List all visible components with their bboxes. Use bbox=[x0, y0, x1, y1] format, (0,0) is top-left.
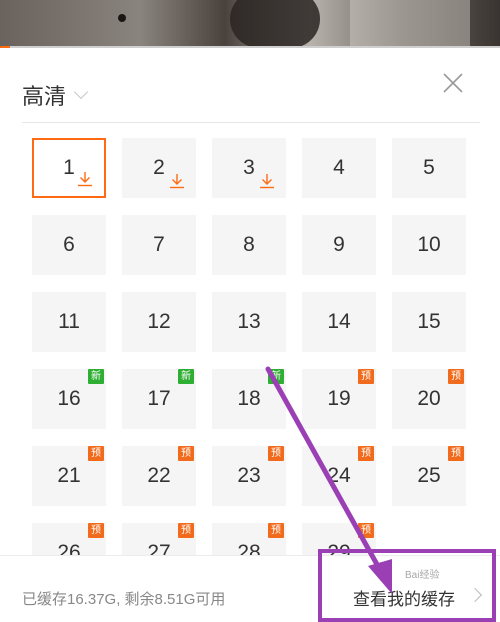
preview-badge: 预 bbox=[268, 523, 284, 538]
preview-badge: 预 bbox=[268, 446, 284, 461]
episode-cell[interactable]: 14 bbox=[302, 292, 376, 352]
downloaded-icon bbox=[260, 174, 274, 189]
episode-cell[interactable]: 13 bbox=[212, 292, 286, 352]
episode-cell[interactable]: 18 新 bbox=[212, 369, 286, 429]
episode-cell[interactable]: 1 bbox=[32, 138, 106, 198]
downloaded-icon bbox=[170, 174, 184, 189]
episode-cell[interactable]: 21 预 bbox=[32, 446, 106, 506]
episode-number: 12 bbox=[147, 310, 171, 333]
episode-cell[interactable]: 25 预 bbox=[392, 446, 466, 506]
episode-number: 29 bbox=[327, 541, 351, 555]
video-frame-shape bbox=[230, 0, 320, 48]
episode-cell[interactable]: 23 预 bbox=[212, 446, 286, 506]
downloaded-icon bbox=[78, 172, 92, 187]
episode-number: 4 bbox=[333, 156, 345, 179]
episode-cell[interactable]: 15 bbox=[392, 292, 466, 352]
preview-badge: 预 bbox=[448, 369, 464, 384]
episode-cell[interactable]: 3 bbox=[212, 138, 286, 198]
preview-badge: 预 bbox=[358, 523, 374, 538]
episode-number: 23 bbox=[237, 464, 261, 487]
video-progress-bar[interactable] bbox=[0, 46, 500, 48]
episode-number: 17 bbox=[147, 387, 171, 410]
episode-cell[interactable]: 17 新 bbox=[122, 369, 196, 429]
episode-number: 22 bbox=[147, 464, 171, 487]
quality-selector[interactable]: 高清 bbox=[22, 80, 89, 110]
episode-cell[interactable]: 28 预 bbox=[212, 523, 286, 555]
episode-number: 10 bbox=[417, 233, 441, 256]
episode-number: 13 bbox=[237, 310, 261, 333]
episode-cell[interactable]: 29 预 bbox=[302, 523, 376, 555]
episode-number: 20 bbox=[417, 387, 441, 410]
new-badge: 新 bbox=[88, 369, 104, 384]
episode-cell[interactable]: 20 预 bbox=[392, 369, 466, 429]
new-badge: 新 bbox=[178, 369, 194, 384]
footer-divider bbox=[0, 555, 500, 556]
preview-badge: 预 bbox=[178, 446, 194, 461]
episode-number: 21 bbox=[57, 464, 81, 487]
episode-cell[interactable]: 24 预 bbox=[302, 446, 376, 506]
episode-number: 25 bbox=[417, 464, 441, 487]
episode-number: 16 bbox=[57, 387, 81, 410]
episode-number: 14 bbox=[327, 310, 351, 333]
episode-number: 2 bbox=[153, 156, 165, 179]
episode-cell[interactable]: 4 bbox=[302, 138, 376, 198]
preview-badge: 预 bbox=[358, 369, 374, 384]
episode-cell[interactable]: 12 bbox=[122, 292, 196, 352]
episode-cell[interactable]: 22 预 bbox=[122, 446, 196, 506]
close-icon[interactable] bbox=[440, 70, 466, 96]
episode-number: 15 bbox=[417, 310, 441, 333]
chevron-right-icon[interactable] bbox=[467, 587, 483, 603]
episode-cell[interactable]: 27 预 bbox=[122, 523, 196, 555]
view-my-cache-button[interactable]: 查看我的缓存 bbox=[353, 585, 455, 610]
episode-number: 6 bbox=[63, 233, 75, 256]
episode-grid-scroll[interactable]: 1 2 3 4 5 6 7 8 9 10 11 12 13 14 15 16 新 17 新 18 新 19 预 20 预 21 预 2… bbox=[0, 123, 500, 555]
chevron-down-icon bbox=[73, 84, 89, 100]
episode-number: 19 bbox=[327, 387, 351, 410]
episode-grid: 1 2 3 4 5 6 7 8 9 10 11 12 13 14 15 16 新 17 新 18 新 19 预 20 预 21 预 2… bbox=[32, 138, 466, 555]
episode-number: 24 bbox=[327, 464, 351, 487]
preview-badge: 预 bbox=[178, 523, 194, 538]
video-frame-shape bbox=[350, 0, 470, 48]
episode-number: 27 bbox=[147, 541, 171, 555]
episode-number: 18 bbox=[237, 387, 261, 410]
episode-number: 9 bbox=[333, 233, 345, 256]
episode-number: 5 bbox=[423, 156, 435, 179]
episode-cell[interactable]: 16 新 bbox=[32, 369, 106, 429]
episode-cell[interactable]: 8 bbox=[212, 215, 286, 275]
episode-number: 28 bbox=[237, 541, 261, 555]
episode-number: 1 bbox=[63, 156, 75, 179]
episode-cell[interactable]: 2 bbox=[122, 138, 196, 198]
new-badge: 新 bbox=[268, 369, 284, 384]
episode-cell[interactable]: 10 bbox=[392, 215, 466, 275]
episode-number: 7 bbox=[153, 233, 165, 256]
video-player-preview[interactable] bbox=[0, 0, 500, 48]
episode-cell[interactable]: 9 bbox=[302, 215, 376, 275]
episode-cell[interactable]: 11 bbox=[32, 292, 106, 352]
episode-number: 8 bbox=[243, 233, 255, 256]
quality-label: 高清 bbox=[22, 85, 67, 110]
video-progress-fill bbox=[0, 46, 10, 48]
episode-number: 26 bbox=[57, 541, 81, 555]
episode-cell[interactable]: 19 预 bbox=[302, 369, 376, 429]
episode-number: 11 bbox=[58, 310, 80, 333]
episode-cell[interactable]: 5 bbox=[392, 138, 466, 198]
video-frame-shape bbox=[118, 14, 126, 22]
preview-badge: 预 bbox=[448, 446, 464, 461]
episode-cell[interactable]: 7 bbox=[122, 215, 196, 275]
storage-status: 已缓存16.37G, 剩余8.51G可用 bbox=[22, 591, 226, 608]
episode-cell[interactable]: 6 bbox=[32, 215, 106, 275]
preview-badge: 预 bbox=[88, 523, 104, 538]
watermark: Bai经验 bbox=[405, 570, 440, 581]
preview-badge: 预 bbox=[88, 446, 104, 461]
episode-cell[interactable]: 26 预 bbox=[32, 523, 106, 555]
episode-number: 3 bbox=[243, 156, 255, 179]
preview-badge: 预 bbox=[358, 446, 374, 461]
